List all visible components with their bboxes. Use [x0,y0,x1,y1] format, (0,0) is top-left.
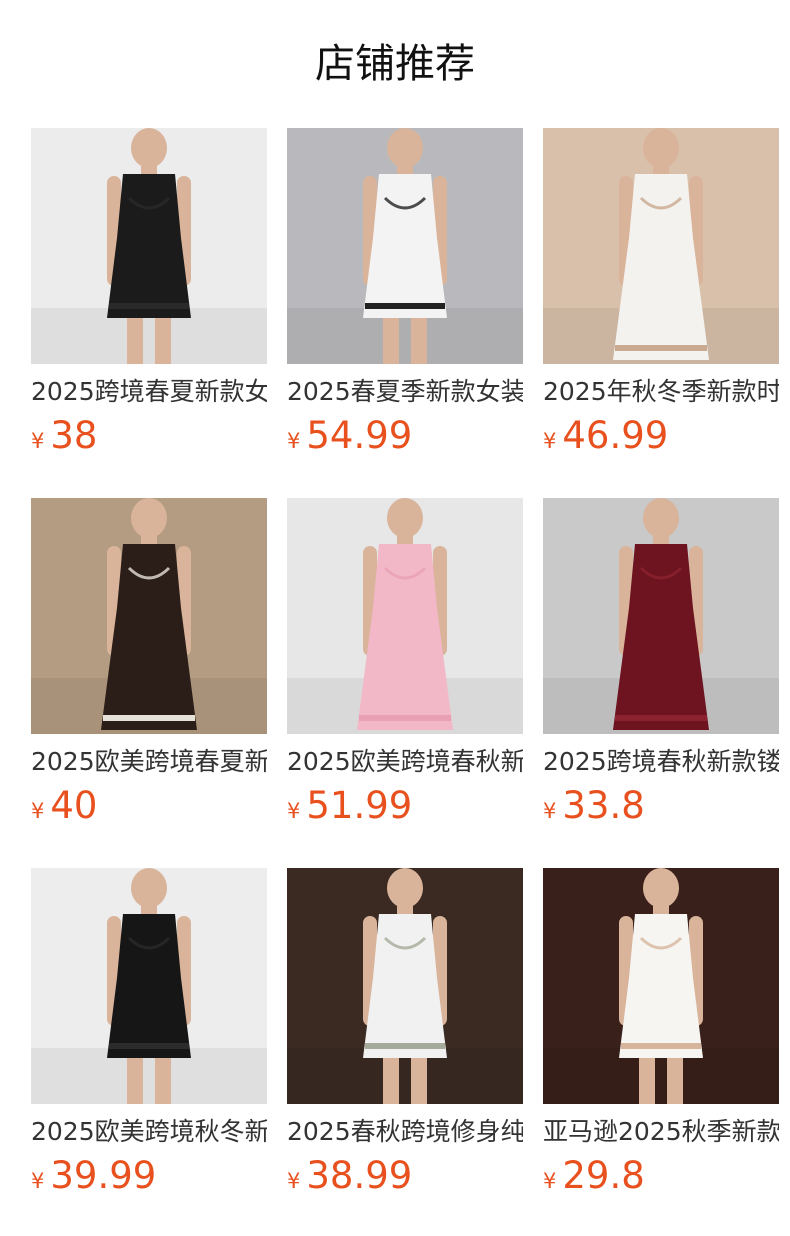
product-price: ¥29.8 [543,1154,779,1198]
product-card[interactable]: 2025欧美跨境春夏新 ¥40 [31,498,267,844]
product-price: ¥46.99 [543,414,779,458]
product-price: ¥51.99 [287,784,523,828]
product-image[interactable] [543,868,779,1104]
price-amount: 39.99 [50,1154,157,1197]
product-card[interactable]: 2025年秋冬季新款时 ¥46.99 [543,128,779,474]
product-title[interactable]: 2025跨境春秋新款镂 [543,746,779,778]
product-photo [543,128,779,364]
product-price: ¥39.99 [31,1154,267,1198]
store-recommendations-page: 店铺推荐 2025跨境春夏新款女 ¥38 2025春夏季新款女装 ¥54.99 … [0,0,790,1236]
product-price: ¥40 [31,784,267,828]
price-amount: 38.99 [306,1154,413,1197]
currency-symbol: ¥ [543,799,557,823]
currency-symbol: ¥ [287,429,301,453]
product-title[interactable]: 2025欧美跨境春秋新 [287,746,523,778]
product-card[interactable]: 2025春夏季新款女装 ¥54.99 [287,128,523,474]
product-price: ¥38.99 [287,1154,523,1198]
currency-symbol: ¥ [543,1169,557,1193]
product-title[interactable]: 2025欧美跨境秋冬新 [31,1116,267,1148]
product-title[interactable]: 2025春秋跨境修身纯 [287,1116,523,1148]
price-amount: 46.99 [562,414,669,457]
product-photo [287,128,523,364]
section-title: 店铺推荐 [315,41,475,87]
product-card[interactable]: 2025欧美跨境秋冬新 ¥39.99 [31,868,267,1214]
product-image[interactable] [287,868,523,1104]
price-amount: 29.8 [562,1154,645,1197]
product-image[interactable] [287,128,523,364]
product-image[interactable] [543,498,779,734]
product-card[interactable]: 2025跨境春夏新款女 ¥38 [31,128,267,474]
product-image[interactable] [31,868,267,1104]
price-amount: 54.99 [306,414,413,457]
product-title[interactable]: 2025欧美跨境春夏新 [31,746,267,778]
product-photo [287,868,523,1104]
product-title[interactable]: 2025年秋冬季新款时 [543,376,779,408]
product-photo [543,498,779,734]
product-image[interactable] [31,128,267,364]
currency-symbol: ¥ [31,799,45,823]
price-amount: 33.8 [562,784,645,827]
product-title[interactable]: 2025跨境春夏新款女 [31,376,267,408]
product-photo [31,498,267,734]
price-amount: 51.99 [306,784,413,827]
product-price: ¥54.99 [287,414,523,458]
product-card[interactable]: 2025春秋跨境修身纯 ¥38.99 [287,868,523,1214]
product-card[interactable]: 2025跨境春秋新款镂 ¥33.8 [543,498,779,844]
currency-symbol: ¥ [31,1169,45,1193]
product-photo [543,868,779,1104]
product-grid: 2025跨境春夏新款女 ¥38 2025春夏季新款女装 ¥54.99 2025年… [31,128,779,1214]
product-image[interactable] [543,128,779,364]
product-photo [31,868,267,1104]
currency-symbol: ¥ [287,799,301,823]
currency-symbol: ¥ [31,429,45,453]
price-amount: 38 [50,414,98,457]
currency-symbol: ¥ [287,1169,301,1193]
product-image[interactable] [287,498,523,734]
product-card[interactable]: 2025欧美跨境春秋新 ¥51.99 [287,498,523,844]
product-title[interactable]: 亚马逊2025秋季新款 [543,1116,779,1148]
currency-symbol: ¥ [543,429,557,453]
product-price: ¥33.8 [543,784,779,828]
price-amount: 40 [50,784,98,827]
product-image[interactable] [31,498,267,734]
product-photo [31,128,267,364]
product-price: ¥38 [31,414,267,458]
product-card[interactable]: 亚马逊2025秋季新款 ¥29.8 [543,868,779,1214]
product-photo [287,498,523,734]
product-title[interactable]: 2025春夏季新款女装 [287,376,523,408]
